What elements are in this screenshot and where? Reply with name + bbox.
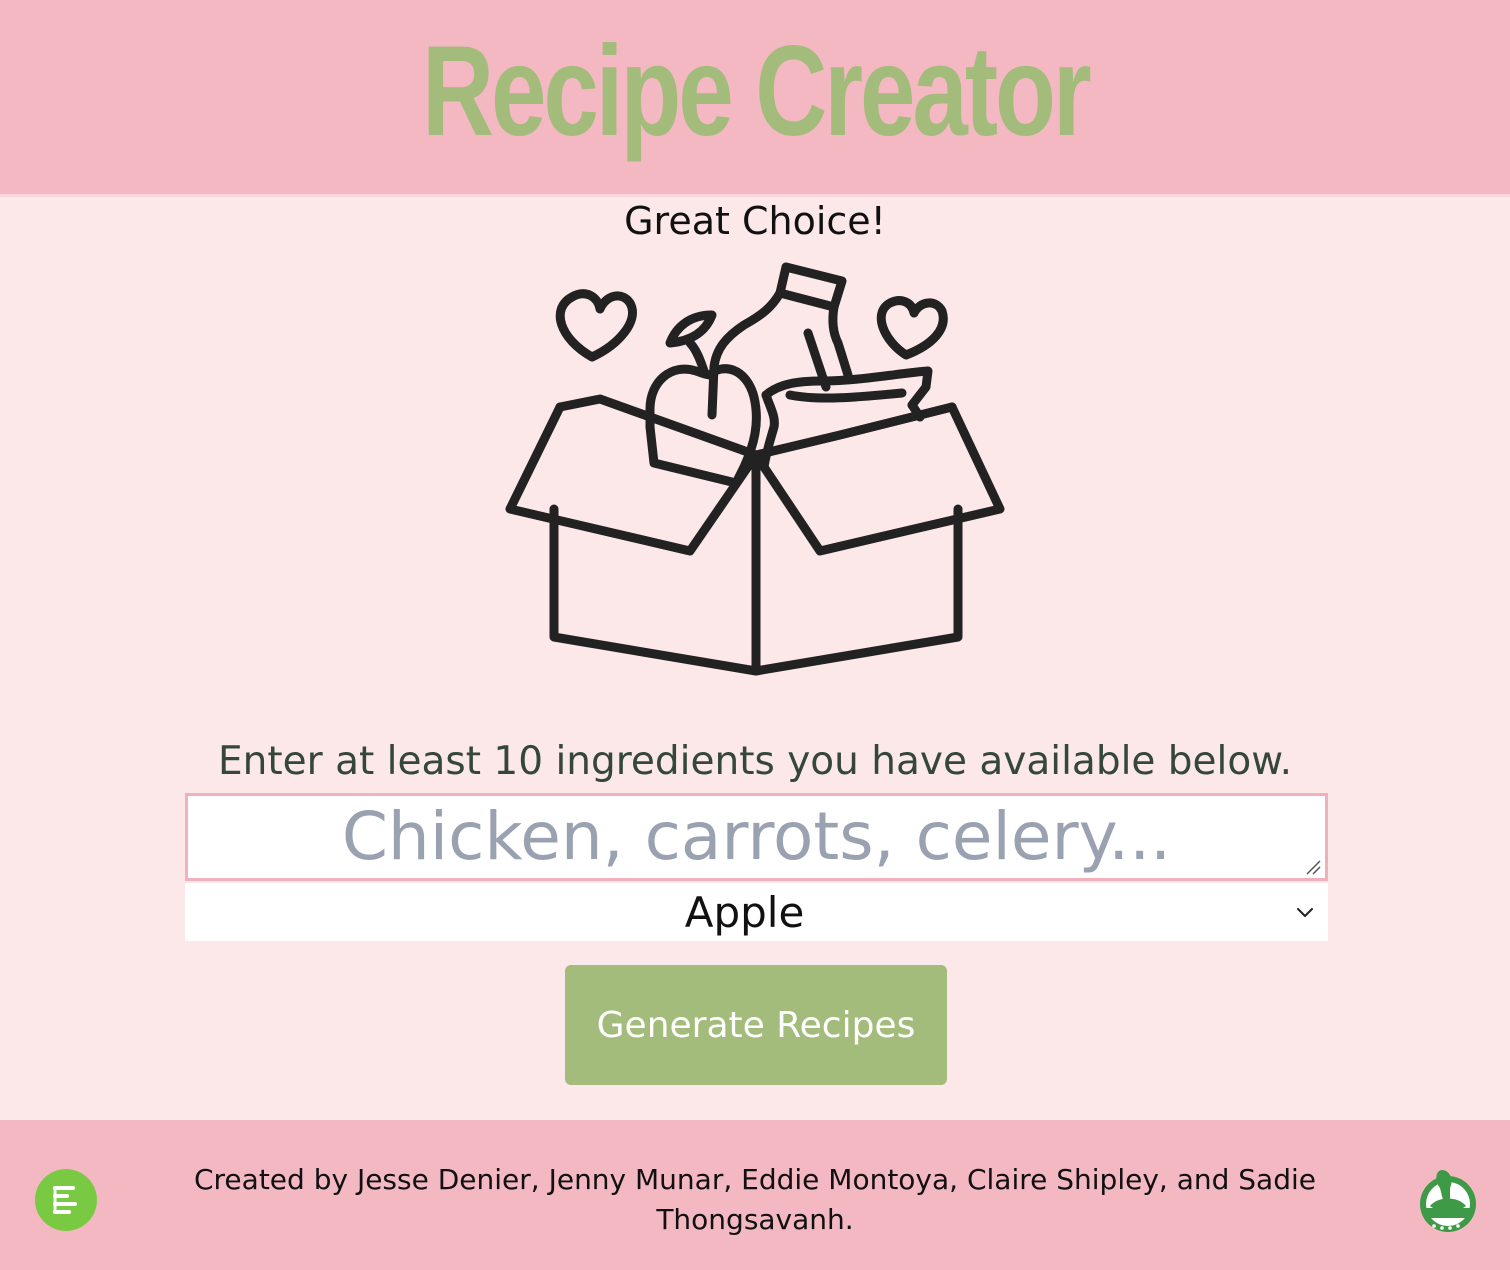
credits-text: Created by Jesse Denier, Jenny Munar, Ed… (193, 1163, 1316, 1236)
app-title: Recipe Creator (421, 20, 1092, 163)
main-content: Great Choice! Enter at least 10 ingredie… (0, 194, 1510, 1120)
site-footer: Created by Jesse Denier, Jenny Munar, Ed… (0, 1120, 1510, 1270)
ingredient-select[interactable]: Apple (185, 883, 1328, 941)
spoonacular-logo[interactable] (1416, 1166, 1480, 1234)
ingredients-input[interactable] (185, 793, 1328, 881)
instructions-text: Enter at least 10 ingredients you have a… (218, 739, 1292, 784)
menu-icon[interactable] (35, 1169, 97, 1231)
chevron-down-icon (1297, 908, 1313, 917)
generate-recipes-button[interactable]: Generate Recipes (565, 965, 947, 1085)
resize-grip-icon[interactable] (1305, 859, 1321, 875)
ingredient-select-value: Apple (684, 887, 805, 937)
site-header: Recipe Creator (0, 0, 1510, 194)
greeting-text: Great Choice! (624, 199, 886, 243)
grocery-box-icon (505, 262, 1005, 676)
